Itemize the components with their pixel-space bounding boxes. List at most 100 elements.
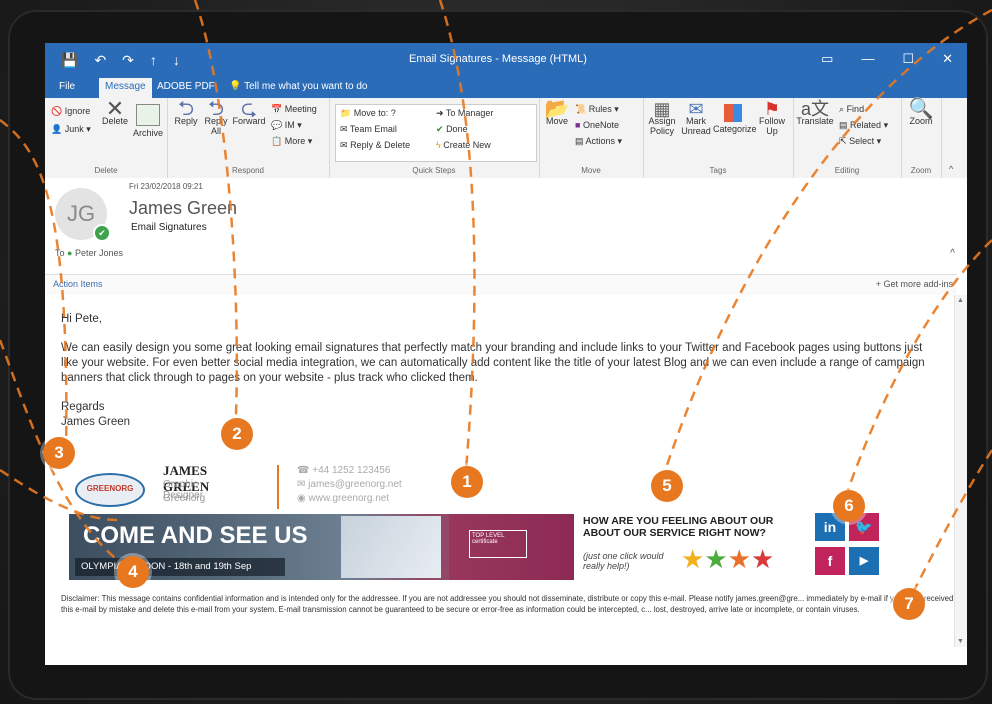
quickstep-to-manager[interactable]: ➜ To Manager <box>436 108 493 119</box>
redo-icon[interactable]: ↷ <box>122 52 134 69</box>
up-arrow-icon[interactable]: ↑ <box>150 52 157 69</box>
forward-button[interactable]: ⮎ Forward <box>231 98 267 126</box>
ribbon-tabs: File Message ADOBE PDF 💡 Tell me what yo… <box>45 76 967 98</box>
rules-icon: 📜 <box>575 104 587 114</box>
quickstep-done[interactable]: ✔ Done <box>436 124 468 135</box>
related-icon: ▤ <box>839 120 848 130</box>
group-label-respond: Respond <box>231 166 265 175</box>
delete-button[interactable]: ✕ Delete <box>101 96 129 127</box>
select-button[interactable]: ⇱ Select ▾ <box>839 136 881 147</box>
reply-delete-icon: ✉ <box>340 140 348 150</box>
callout-7: 7 <box>893 588 925 620</box>
actions-button[interactable]: ▤ Actions ▾ <box>575 136 622 147</box>
archive-icon <box>136 104 160 126</box>
sig-email[interactable]: ✉ james@greenorg.net <box>297 479 402 490</box>
phone-icon: ☎ <box>297 465 310 476</box>
assign-policy-button[interactable]: ▦ Assign Policy <box>645 99 679 136</box>
to-manager-icon: ➜ <box>436 108 444 118</box>
quickstep-reply-delete[interactable]: ✉ Reply & Delete <box>340 140 410 151</box>
lightbulb-icon: 💡 <box>229 81 242 92</box>
feedback-survey: HOW ARE YOU FEELING ABOUT OUR ABOUT OUR … <box>583 515 813 573</box>
minimize-icon[interactable]: — <box>861 51 874 67</box>
onenote-icon: ■ <box>575 120 581 130</box>
team-email-icon: ✉ <box>340 124 348 134</box>
tab-message[interactable]: Message <box>99 78 152 98</box>
tab-file[interactable]: File <box>59 81 75 92</box>
down-arrow-icon[interactable]: ↓ <box>173 52 180 69</box>
survey-question: HOW ARE YOU FEELING ABOUT OUR ABOUT OUR … <box>583 515 774 539</box>
scroll-down-icon[interactable]: ▼ <box>957 638 964 645</box>
star-rating-1[interactable]: ★ <box>681 544 704 574</box>
star-rating-2[interactable]: ★ <box>704 544 727 574</box>
sig-web[interactable]: ◉ www.greenorg.net <box>297 493 389 504</box>
envelope-icon: ✉ <box>688 99 704 119</box>
youtube-icon[interactable]: ▶ <box>849 547 879 575</box>
facebook-icon[interactable]: f <box>815 547 845 575</box>
get-addins-link[interactable]: + Get more add-ins <box>876 279 953 289</box>
more-button[interactable]: 📋 More ▾ <box>271 136 312 147</box>
star-rating-3[interactable]: ★ <box>728 544 751 574</box>
ignore-icon: 🚫 <box>51 106 63 116</box>
scroll-up-icon[interactable]: ▲ <box>957 297 964 304</box>
maximize-icon[interactable]: ☐ <box>902 51 914 67</box>
reply-all-button[interactable]: ⮌ Reply All <box>201 99 231 136</box>
categorize-button[interactable]: Categorize <box>713 104 757 134</box>
message-date: Fri 23/02/2018 09:21 <box>129 182 203 191</box>
junk-button[interactable]: 👤 Junk ▾ <box>51 124 91 135</box>
vertical-scrollbar[interactable]: ▲ ▼ <box>954 295 967 647</box>
delete-x-icon: ✕ <box>105 96 125 121</box>
quick-steps-gallery: 📁 Move to: ? ✉ Team Email ✉ Reply & Dele… <box>335 104 537 162</box>
window-title: Email Signatures - Message (HTML) <box>409 53 587 65</box>
check-icon: ✔ <box>436 124 444 134</box>
tab-adobe-pdf[interactable]: ADOBE PDF <box>157 81 215 92</box>
quickstep-team-email[interactable]: ✉ Team Email <box>340 124 397 135</box>
related-button[interactable]: ▤ Related ▾ <box>839 120 888 131</box>
find-button[interactable]: ⌕ Find <box>839 104 864 115</box>
tablet-device: 💾 ↶ ↷ ↑ ↓ Email Signatures - Message (HT… <box>0 0 992 704</box>
quickstep-create-new[interactable]: ϟ Create New <box>436 140 491 150</box>
title-bar: 💾 ↶ ↷ ↑ ↓ Email Signatures - Message (HT… <box>45 43 967 76</box>
policy-icon: ▦ <box>653 99 671 119</box>
recipient[interactable]: Peter Jones <box>75 248 123 258</box>
callout-4: 4 <box>117 556 149 588</box>
greenorg-logo: GREENORG <box>75 473 145 507</box>
reply-button[interactable]: ⮌ Reply <box>171 99 201 126</box>
quick-access-toolbar: 💾 ↶ ↷ ↑ ↓ <box>61 52 180 69</box>
callout-3: 3 <box>43 437 75 469</box>
to-label: To <box>55 248 65 258</box>
follow-up-button[interactable]: ⚑ Follow Up <box>755 100 789 136</box>
star-rating-4[interactable]: ★ <box>751 544 774 574</box>
translate-button[interactable]: a文 Translate <box>795 100 835 126</box>
mark-unread-button[interactable]: ✉ Mark Unread <box>681 99 711 136</box>
forward-icon: ⮎ <box>240 98 258 120</box>
rules-button[interactable]: 📜 Rules ▾ <box>575 104 619 115</box>
quickstep-move-to[interactable]: 📁 Move to: ? <box>340 108 396 119</box>
more-icon: 📋 <box>271 136 283 146</box>
email-icon: ✉ <box>297 479 306 490</box>
tell-me-search[interactable]: 💡 Tell me what you want to do <box>229 81 367 92</box>
restore-ribbon-icon[interactable]: ▭ <box>821 51 833 67</box>
disclaimer: Disclaimer: This message contains confid… <box>61 594 954 614</box>
archive-button[interactable]: Archive <box>131 104 165 138</box>
onenote-button[interactable]: ■ OneNote <box>575 120 619 130</box>
collapse-header-icon[interactable]: ^ <box>950 248 955 259</box>
regards: Regards <box>61 401 105 413</box>
meeting-button[interactable]: 📅 Meeting <box>271 104 317 115</box>
window-controls: ▭ — ☐ ✕ <box>821 51 953 67</box>
save-icon[interactable]: 💾 <box>61 52 78 69</box>
survey-hint: (just one click would really help!) <box>583 551 664 571</box>
to-line: To ● Peter Jones <box>55 248 123 258</box>
zoom-button[interactable]: 🔍 Zoom <box>905 99 937 126</box>
collapse-ribbon-icon[interactable]: ^ <box>949 164 953 174</box>
ignore-button[interactable]: 🚫 Ignore <box>51 106 90 117</box>
action-items-link[interactable]: Action Items <box>53 279 103 289</box>
group-respond: ⮌ Reply ⮌ Reply All ⮎ Forward 📅 Meeting 💬 I… <box>167 98 330 178</box>
close-icon[interactable]: ✕ <box>942 51 953 67</box>
signoff: James Green <box>61 416 131 428</box>
sender-name[interactable]: James Green <box>129 198 237 219</box>
logo-text: GREENORG <box>86 484 134 493</box>
move-button[interactable]: 📂 Move <box>543 98 571 126</box>
undo-icon[interactable]: ↶ <box>94 52 106 69</box>
move-folder-icon: 📂 <box>544 98 570 120</box>
im-button[interactable]: 💬 IM ▾ <box>271 120 302 131</box>
